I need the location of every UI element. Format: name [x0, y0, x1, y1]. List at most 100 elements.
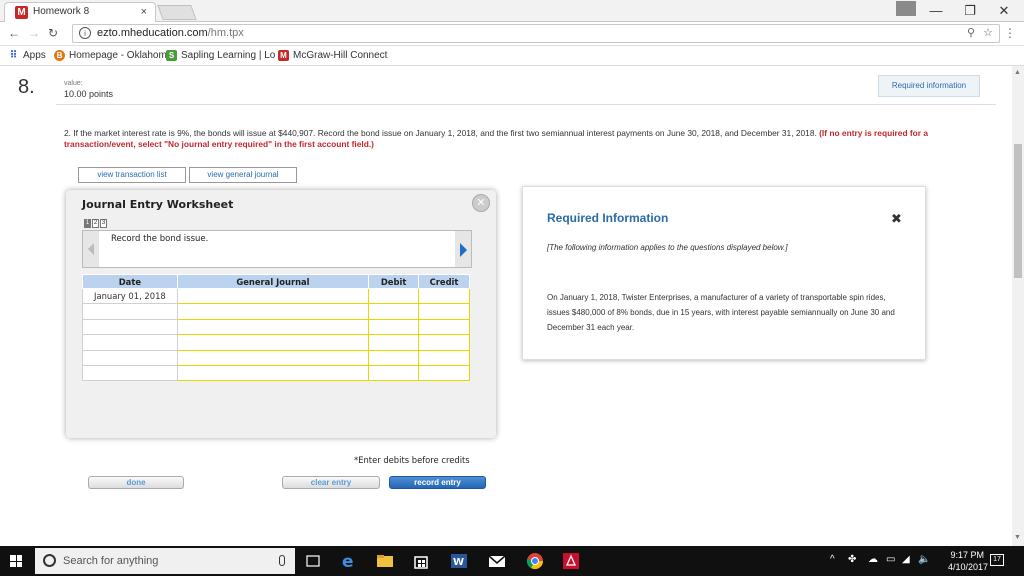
transaction-description-box: Record the bond issue.	[82, 230, 472, 268]
volume-icon[interactable]: 🔈	[918, 554, 930, 565]
apps-grid-icon: ⠿	[9, 50, 18, 61]
date-cell: January 01, 2018	[82, 287, 178, 305]
required-information-button[interactable]: Required information	[878, 75, 980, 97]
browser-tab-homework[interactable]: M Homework 8 ×	[4, 2, 156, 22]
bookmark-mcgraw-hill-connect[interactable]: M McGraw-Hill Connect	[278, 50, 387, 61]
done-button[interactable]: done	[88, 476, 184, 489]
journal-table: Date General Journal Debit Credit Januar…	[82, 274, 470, 382]
reload-icon[interactable]: ↻	[48, 26, 58, 40]
minimize-button[interactable]: —	[926, 3, 946, 18]
debit-input[interactable]	[368, 287, 420, 305]
forward-arrow-icon[interactable]: →	[28, 26, 40, 40]
bookmark-homepage-oklahoma[interactable]: B Homepage - Oklahom	[54, 50, 167, 61]
mail-icon[interactable]	[486, 550, 508, 572]
col-credit: Credit	[418, 274, 470, 289]
account-input[interactable]	[176, 303, 370, 320]
battery-icon[interactable]: ▭	[886, 554, 895, 565]
table-row	[82, 349, 470, 366]
question-number: 8.	[18, 76, 35, 98]
page-1-button[interactable]: 1	[84, 219, 91, 228]
store-icon[interactable]	[410, 550, 432, 572]
debit-input[interactable]	[368, 364, 420, 382]
back-arrow-icon[interactable]: ←	[8, 26, 20, 40]
task-view-icon[interactable]	[302, 550, 324, 572]
previous-transaction-arrow-icon[interactable]	[83, 231, 99, 267]
account-input[interactable]	[176, 334, 370, 351]
mcgraw-hill-icon: M	[278, 50, 289, 61]
credit-input[interactable]	[418, 364, 470, 382]
credit-input[interactable]	[418, 303, 470, 320]
bookmarks-bar: ⠿ Apps B Homepage - Oklahom S Sapling Le…	[0, 46, 1024, 66]
debits-note: *Enter debits before credits	[354, 455, 470, 465]
col-general-journal: General Journal	[176, 274, 370, 289]
network-app-icon[interactable]: ✤	[848, 554, 856, 565]
table-row	[82, 334, 470, 351]
bookmark-label: McGraw-Hill Connect	[293, 50, 388, 61]
record-entry-button[interactable]: record entry	[389, 476, 486, 489]
page-3-button[interactable]: 3	[100, 219, 107, 228]
site-info-icon[interactable]: i	[79, 27, 91, 39]
page-scrollbar[interactable]: ▲ ▼	[1012, 66, 1024, 546]
taskbar-search-box[interactable]: Search for anything	[35, 548, 295, 574]
credit-input[interactable]	[418, 287, 470, 305]
account-input[interactable]	[176, 287, 370, 305]
scroll-up-icon[interactable]: ▲	[1014, 69, 1021, 76]
maximize-button[interactable]: ❐	[960, 3, 980, 19]
zoom-icon[interactable]: ⚲	[967, 26, 975, 39]
page-2-button[interactable]: 2	[92, 219, 99, 228]
col-debit: Debit	[368, 274, 420, 289]
account-input[interactable]	[176, 349, 370, 366]
scroll-down-icon[interactable]: ▼	[1014, 534, 1021, 541]
bookmark-sapling-learning[interactable]: S Sapling Learning | Lo	[166, 50, 275, 61]
view-transaction-list-button[interactable]: view transaction list	[78, 167, 186, 183]
tab-title: Homework 8	[33, 6, 90, 17]
word-icon[interactable]: W	[448, 550, 470, 572]
taskbar-clock[interactable]: 9:17 PM 4/10/2017	[948, 549, 989, 573]
edge-browser-icon[interactable]: e	[338, 550, 360, 572]
view-general-journal-button[interactable]: view general journal	[189, 167, 297, 183]
chrome-menu-icon[interactable]: ⋮	[1004, 26, 1016, 40]
clear-entry-button[interactable]: clear entry	[282, 476, 380, 489]
tab-close-icon[interactable]: ×	[141, 6, 147, 18]
debit-input[interactable]	[368, 349, 420, 366]
credit-input[interactable]	[418, 334, 470, 351]
date-cell	[82, 349, 178, 366]
clock-date: 4/10/2017	[948, 562, 989, 572]
debit-input[interactable]	[368, 303, 420, 320]
onedrive-icon[interactable]: ☁	[868, 554, 878, 565]
scrollbar-thumb[interactable]	[1014, 144, 1022, 278]
question-prompt: 2. If the market interest rate is 9%, th…	[64, 128, 817, 138]
new-tab-button[interactable]	[157, 5, 197, 20]
bookmark-apps[interactable]: ⠿ Apps	[8, 50, 46, 61]
debit-input[interactable]	[368, 334, 420, 351]
divider	[56, 104, 996, 105]
mcgraw-hill-favicon-icon: M	[15, 6, 28, 19]
microphone-icon[interactable]	[279, 555, 285, 566]
windows-start-icon[interactable]	[10, 555, 22, 567]
worksheet-close-icon[interactable]: ✕	[472, 194, 490, 212]
next-transaction-arrow-icon[interactable]	[455, 231, 471, 267]
notification-center-icon[interactable]: 17	[990, 554, 1004, 566]
profile-icon[interactable]	[896, 1, 916, 16]
required-info-close-icon[interactable]: ✖	[891, 211, 902, 227]
url-omnibox[interactable]: i ezto.mheducation.com/hm.tpx ⚲ ☆	[72, 24, 1000, 43]
table-row: January 01, 2018	[82, 287, 470, 305]
account-input[interactable]	[176, 364, 370, 382]
bookmark-label: Homepage - Oklahom	[69, 50, 167, 61]
page-content: 8. value: 10.00 points Required informat…	[0, 66, 1012, 546]
account-input[interactable]	[176, 318, 370, 336]
debit-input[interactable]	[368, 318, 420, 336]
bookmark-star-icon[interactable]: ☆	[983, 26, 993, 39]
worksheet-pager: 1 2 3	[84, 219, 107, 228]
window-close-button[interactable]: ✕	[994, 3, 1014, 19]
wifi-icon[interactable]: ◢	[902, 554, 910, 565]
chrome-icon[interactable]	[524, 550, 546, 572]
show-hidden-icons-icon[interactable]: ^	[830, 554, 835, 565]
required-information-panel: Required Information ✖ [The following in…	[522, 186, 926, 360]
col-date: Date	[82, 274, 178, 289]
required-info-body: On January 1, 2018, Twister Enterprises,…	[547, 293, 895, 332]
credit-input[interactable]	[418, 349, 470, 366]
file-explorer-icon[interactable]	[374, 550, 396, 572]
acrobat-icon[interactable]	[560, 550, 582, 572]
credit-input[interactable]	[418, 318, 470, 336]
